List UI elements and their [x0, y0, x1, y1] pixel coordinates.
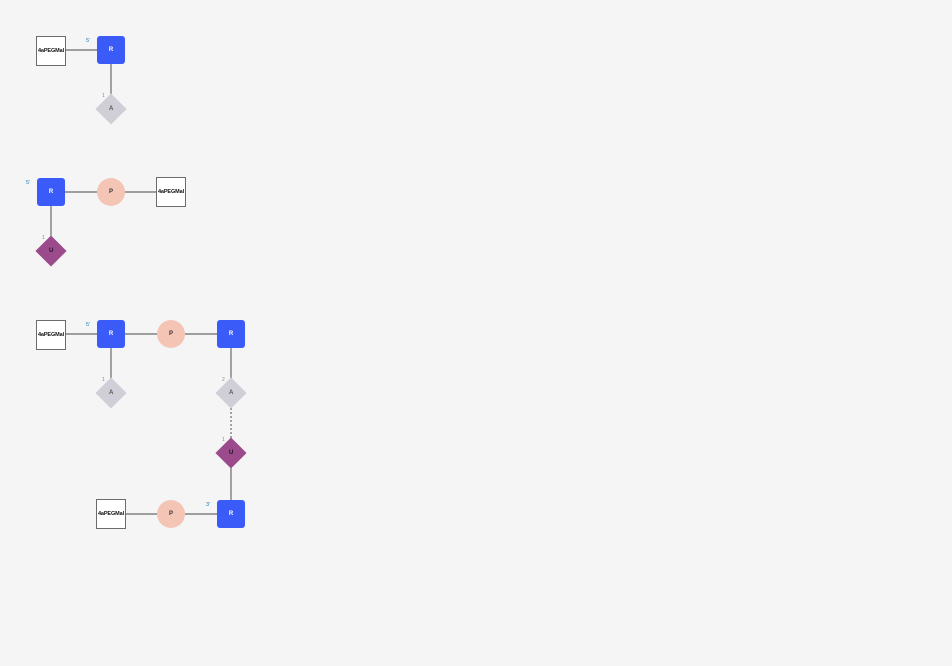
- five-prime-label: 5': [86, 38, 91, 44]
- base-label: A: [108, 106, 114, 112]
- five-prime-label: 5': [86, 322, 91, 328]
- mod-node[interactable]: 4aPEGMal: [96, 499, 126, 529]
- base-label: U: [48, 248, 54, 254]
- mod-node[interactable]: 4aPEGMal: [36, 320, 66, 350]
- base-label: A: [228, 390, 234, 396]
- sequence-canvas: 4aPEGMal 5' R 1 A 5' R P 4aPEGMal 1 U 4a…: [0, 0, 952, 666]
- mod-node[interactable]: 4aPEGMal: [36, 36, 66, 66]
- phosphate-node[interactable]: P: [157, 500, 185, 528]
- sugar-node[interactable]: R: [97, 36, 125, 64]
- mod-node[interactable]: 4aPEGMal: [156, 177, 186, 207]
- phosphate-node[interactable]: P: [97, 178, 125, 206]
- sugar-node[interactable]: R: [217, 500, 245, 528]
- base-label: A: [108, 390, 114, 396]
- base-label: U: [228, 450, 234, 456]
- sugar-node[interactable]: R: [37, 178, 65, 206]
- sugar-node[interactable]: R: [217, 320, 245, 348]
- five-prime-label: 5': [26, 180, 31, 186]
- bond-lines: [50, 49, 232, 515]
- phosphate-node[interactable]: P: [157, 320, 185, 348]
- three-prime-label: 3': [206, 502, 211, 508]
- sugar-node[interactable]: R: [97, 320, 125, 348]
